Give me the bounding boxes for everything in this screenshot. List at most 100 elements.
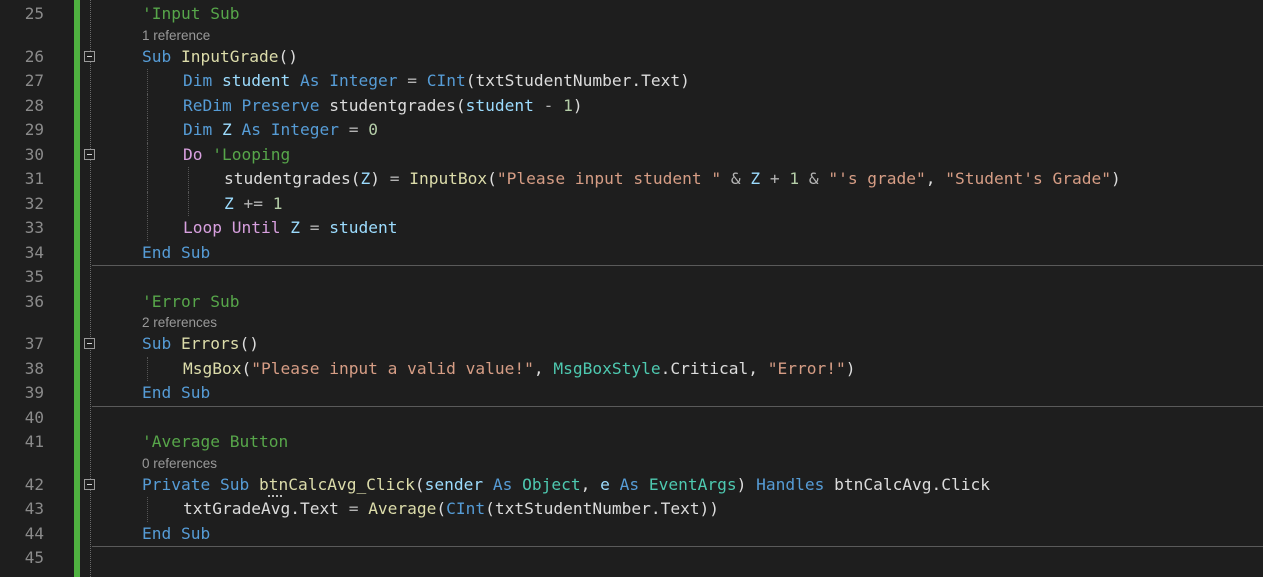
code-line[interactable]: 38 MsgBox("Please input a valid value!", … bbox=[0, 356, 1263, 382]
code-token: 1 bbox=[563, 95, 573, 115]
code-line[interactable]: 45 bbox=[0, 546, 1263, 571]
line-number: 36 bbox=[24, 291, 44, 311]
line-number: 45 bbox=[24, 548, 44, 567]
code-token: Sub bbox=[181, 523, 211, 543]
code-text[interactable]: MsgBox("Please input a valid value!", Ms… bbox=[183, 357, 856, 382]
code-token: Preserve bbox=[241, 95, 320, 115]
code-line[interactable]: 34 End Sub bbox=[0, 241, 1263, 266]
code-token: student bbox=[329, 218, 398, 237]
code-token: 0 bbox=[368, 120, 378, 139]
code-line[interactable]: 40 bbox=[0, 406, 1263, 431]
code-line[interactable]: 44 End Sub bbox=[0, 522, 1263, 547]
code-text[interactable]: Do 'Looping bbox=[183, 143, 290, 168]
collapse-toggle-icon[interactable] bbox=[84, 478, 95, 490]
code-token: ) bbox=[370, 169, 390, 188]
code-token: InputGrade bbox=[181, 46, 279, 66]
code-line[interactable]: 32 Z += 1 bbox=[0, 191, 1263, 217]
code-token: Sub bbox=[181, 383, 211, 402]
code-line[interactable]: 28 ReDim Preserve studentgrades(student -… bbox=[0, 93, 1263, 119]
line-number: 30 bbox=[24, 144, 44, 164]
code-text[interactable]: Sub Errors() bbox=[142, 332, 259, 357]
code-token: student bbox=[465, 95, 534, 115]
code-line[interactable]: 39 End Sub bbox=[0, 381, 1263, 406]
code-token: btnCalcAvg.Click bbox=[824, 474, 991, 494]
code-text[interactable]: 'Error Sub bbox=[142, 290, 239, 315]
code-token: End bbox=[142, 383, 172, 402]
code-line[interactable]: 30 Do 'Looping bbox=[0, 142, 1263, 168]
code-line[interactable]: 25 'Input Sub bbox=[0, 2, 1263, 27]
code-token: Dim bbox=[183, 120, 213, 139]
code-token: Dim bbox=[183, 71, 213, 90]
code-text[interactable]: ReDim Preserve studentgrades(student - 1… bbox=[183, 94, 583, 119]
code-line[interactable]: 41 'Average Button bbox=[0, 430, 1263, 455]
code-line[interactable]: 33 Loop Until Z = student bbox=[0, 216, 1263, 241]
code-text[interactable]: Z += 1 bbox=[224, 192, 283, 217]
code-line[interactable]: 36 'Error Sub bbox=[0, 290, 1263, 315]
line-number: 28 bbox=[24, 95, 44, 115]
code-text[interactable]: End Sub bbox=[142, 522, 210, 547]
indent-guide bbox=[147, 167, 148, 192]
code-token: 1 bbox=[272, 193, 283, 213]
code-token: e bbox=[600, 474, 610, 494]
code-text[interactable]: txtGradeAvg.Text = Average(CInt(txtStude… bbox=[183, 497, 719, 522]
code-text[interactable]: 'Average Button bbox=[142, 430, 288, 455]
code-token: ReDim bbox=[183, 95, 232, 115]
code-line[interactable]: 35 bbox=[0, 265, 1263, 290]
code-token: MsgBoxStyle bbox=[553, 358, 661, 378]
code-token: Until bbox=[231, 218, 281, 237]
code-token: 'Error Sub bbox=[142, 291, 240, 311]
code-text[interactable]: Private Sub btnCalcAvg_Click(sender As O… bbox=[142, 473, 990, 498]
code-text[interactable]: End Sub bbox=[142, 381, 210, 406]
line-number: 25 bbox=[24, 4, 44, 23]
code-token: ( bbox=[241, 358, 252, 378]
code-text[interactable]: 'Input Sub bbox=[142, 2, 239, 27]
code-line[interactable]: 27 Dim student As Integer = CInt(txtStude… bbox=[0, 69, 1263, 94]
collapse-toggle-icon[interactable] bbox=[84, 338, 95, 349]
line-number: 42 bbox=[24, 474, 44, 494]
code-text[interactable]: studentgrades(Z) = InputBox("Please inpu… bbox=[224, 167, 1121, 192]
code-token: 'Looping bbox=[212, 144, 291, 164]
code-line[interactable]: 31 studentgrades(Z) = InputBox("Please in… bbox=[0, 167, 1263, 192]
indent-guide bbox=[147, 191, 148, 216]
code-editor[interactable]: 25 'Input Sub 1 reference 26 Sub InputGrade(… bbox=[0, 0, 1263, 577]
collapse-toggle-icon[interactable] bbox=[84, 50, 95, 62]
code-text[interactable]: Dim Z As Integer = 0 bbox=[183, 118, 378, 143]
indent-guide bbox=[147, 69, 148, 94]
code-token: As bbox=[299, 71, 320, 90]
indent-guide bbox=[188, 167, 189, 192]
code-line[interactable]: 43 txtGradeAvg.Text = Average(CInt(txtStu… bbox=[0, 497, 1263, 522]
code-token: studentgrades( bbox=[319, 95, 466, 115]
code-text[interactable]: Loop Until Z = student bbox=[183, 216, 397, 241]
code-line[interactable]: 37 Sub Errors() bbox=[0, 332, 1263, 357]
code-token: ) bbox=[572, 95, 583, 115]
code-token: (txtStudentNumber.Text)) bbox=[485, 499, 720, 518]
code-line[interactable]: 42 Private Sub btnCalcAvg_Click(sender As… bbox=[0, 473, 1263, 498]
code-text[interactable]: Sub InputGrade() bbox=[142, 45, 298, 70]
codelens-references[interactable]: 2 references bbox=[142, 314, 217, 332]
code-text[interactable]: Dim student As Integer = CInt(txtStudent… bbox=[183, 69, 690, 94]
code-text[interactable]: End Sub bbox=[142, 241, 210, 266]
code-line[interactable]: 29 Dim Z As Integer = 0 bbox=[0, 118, 1263, 143]
codelens-references[interactable]: 1 reference bbox=[142, 27, 210, 45]
collapse-toggle-icon[interactable] bbox=[84, 148, 95, 160]
code-token: Z bbox=[290, 218, 300, 237]
codelens-references[interactable]: 0 references bbox=[142, 455, 217, 473]
code-line[interactable]: 26 Sub InputGrade() bbox=[0, 45, 1263, 70]
